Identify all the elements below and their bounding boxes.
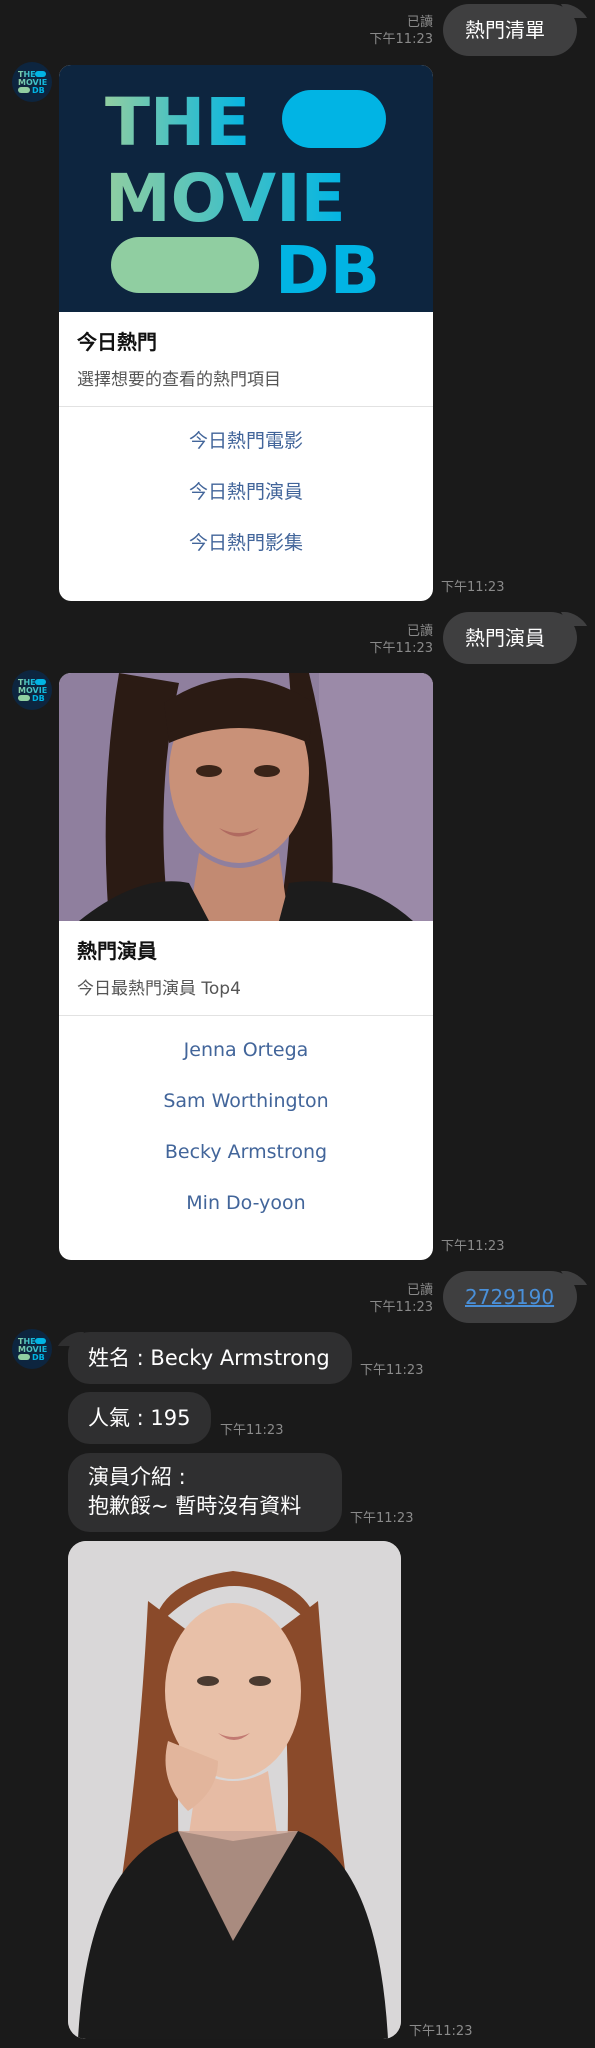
svg-text:DB: DB	[32, 694, 45, 703]
chat-screen: 已讀 下午11:23 熱門清單 THE MOVIE DB THE MOVIE D…	[0, 0, 595, 2048]
card-title: 熱門演員	[77, 939, 157, 963]
read-receipt: 已讀	[406, 15, 433, 30]
logo-word-the: THE	[105, 84, 250, 161]
message-time: 下午11:23	[369, 641, 433, 656]
message-time: 下午11:23	[441, 580, 505, 595]
incoming-message[interactable]: 演員介紹 : 抱歉餒~ 暫時沒有資料	[68, 1453, 342, 1532]
popularity-text: 人氣 : 195	[88, 1406, 191, 1430]
message-meta: 已讀 下午11:23	[353, 1282, 433, 1316]
message-time: 下午11:23	[369, 1300, 433, 1315]
read-receipt: 已讀	[406, 1283, 433, 1298]
action-actor-becky-armstrong[interactable]: Becky Armstrong	[59, 1136, 433, 1187]
tmdb-banner: THE MOVIE DB	[59, 65, 433, 312]
svg-text:DB: DB	[32, 86, 45, 95]
actor-photo	[59, 673, 433, 921]
tmdb-logo-icon: THE MOVIE DB	[105, 84, 386, 309]
card-title: 今日熱門	[77, 330, 157, 354]
message-meta: 已讀 下午11:23	[353, 14, 433, 48]
message-time: 下午11:23	[360, 1363, 424, 1378]
actor-portrait-image	[68, 1541, 401, 2039]
bot-avatar[interactable]: THE MOVIE DB	[12, 62, 52, 102]
logo-word-movie: MOVIE	[105, 160, 346, 237]
outgoing-message[interactable]: 2729190	[443, 1271, 588, 1323]
action-actor-min-do-yoon[interactable]: Min Do-yoon	[59, 1187, 433, 1238]
message-text: 熱門清單	[465, 18, 545, 42]
card-subtitle: 選擇想要的查看的熱門項目	[77, 370, 281, 390]
action-trending-tv[interactable]: 今日熱門影集	[59, 527, 433, 578]
tmdb-logo-icon: THE MOVIE DB	[18, 70, 47, 95]
action-trending-movies[interactable]: 今日熱門電影	[59, 425, 433, 476]
trending-people-card: 熱門演員 今日最熱門演員 Top4 Jenna Ortega Sam Worth…	[59, 673, 433, 1260]
message-text: 熱門演員	[465, 626, 545, 650]
outgoing-message[interactable]: 熱門演員	[443, 612, 588, 664]
message-time: 下午11:23	[409, 2024, 473, 2039]
message-time: 下午11:23	[369, 32, 433, 47]
outgoing-message[interactable]: 熱門清單	[443, 4, 588, 56]
action-trending-people[interactable]: 今日熱門演員	[59, 476, 433, 527]
incoming-message[interactable]: 人氣 : 195	[68, 1392, 211, 1444]
read-receipt: 已讀	[406, 624, 433, 639]
actor-photo-message[interactable]	[68, 1541, 401, 2039]
action-actor-jenna-ortega[interactable]: Jenna Ortega	[59, 1034, 433, 1085]
incoming-message[interactable]: 姓名 : Becky Armstrong	[68, 1332, 352, 1384]
svg-text:DB: DB	[32, 1353, 45, 1362]
actor-portrait-image	[59, 673, 433, 921]
message-meta: 已讀 下午11:23	[353, 623, 433, 657]
message-time: 下午11:23	[441, 1239, 505, 1254]
actor-name-text: 姓名 : Becky Armstrong	[88, 1346, 330, 1370]
bio-label: 演員介紹 :	[88, 1465, 186, 1489]
message-time: 下午11:23	[350, 1511, 414, 1526]
actor-id-link[interactable]: 2729190	[465, 1285, 554, 1309]
bot-avatar[interactable]: THE MOVIE DB	[12, 670, 52, 710]
tmdb-logo-icon: THE MOVIE DB	[18, 1337, 47, 1362]
message-time: 下午11:23	[220, 1423, 284, 1438]
card-subtitle: 今日最熱門演員 Top4	[77, 979, 241, 999]
logo-word-db: DB	[275, 232, 380, 309]
bio-text: 抱歉餒~ 暫時沒有資料	[88, 1494, 302, 1518]
trending-menu-card: THE MOVIE DB 今日熱門 選擇想要的查看的熱門項目 今日熱門電影 今日…	[59, 65, 433, 601]
tmdb-logo-icon: THE MOVIE DB	[18, 678, 47, 703]
action-actor-sam-worthington[interactable]: Sam Worthington	[59, 1085, 433, 1136]
bot-avatar[interactable]: THE MOVIE DB	[12, 1329, 52, 1369]
